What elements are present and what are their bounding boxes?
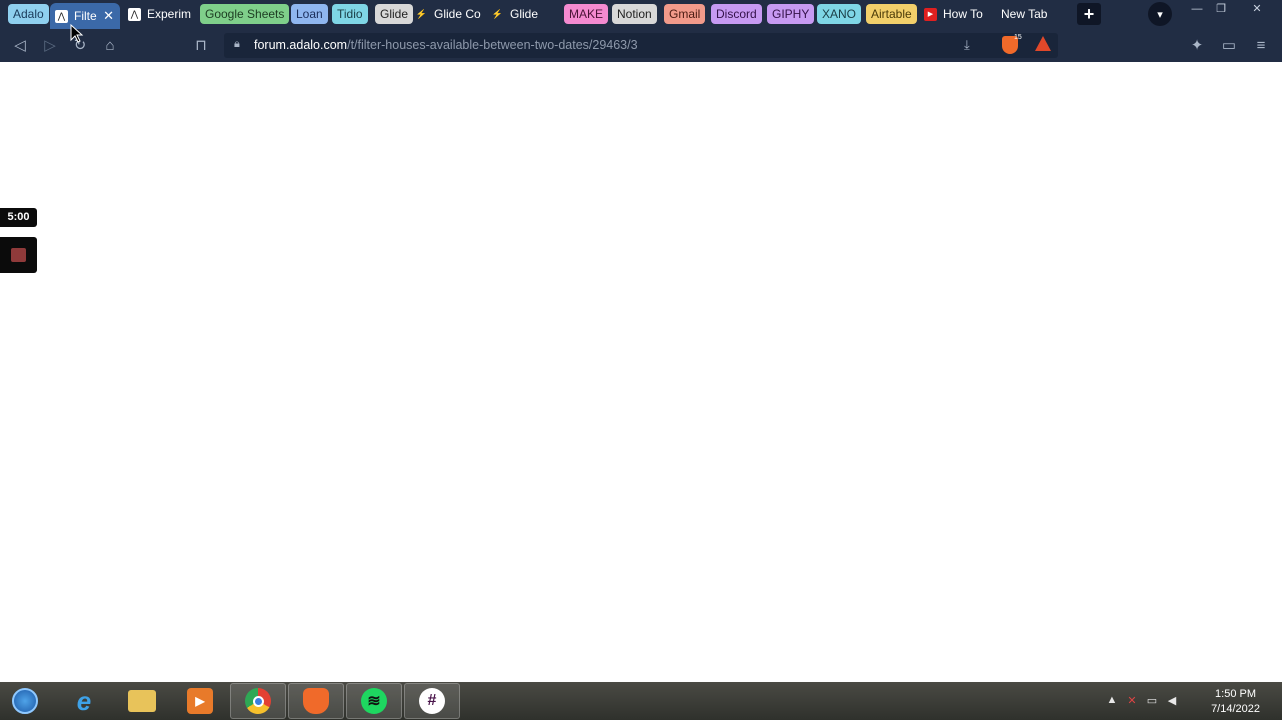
tab-group-tidio[interactable]: Tidio (332, 4, 368, 24)
taskbar-file-explorer[interactable] (114, 683, 170, 719)
tab-group-glide[interactable]: Glide (375, 4, 414, 24)
tab-group-adalo[interactable]: Adalo (8, 4, 49, 24)
tab-experiment[interactable]: ⋀ Experim (126, 3, 192, 25)
taskbar-slack[interactable]: # (404, 683, 460, 719)
tab-new-tab[interactable]: New Tab (996, 3, 1064, 25)
brave-icon (303, 688, 329, 714)
mouse-cursor-icon (70, 24, 84, 43)
youtube-icon: ▶ (924, 7, 937, 21)
tab-label: Glide Co (434, 7, 481, 21)
browser-toolbar: ◁ ▷ ↻ ⌂ ⊓ 🔒︎ forum.adalo.com/t/filter-ho… (0, 29, 1282, 62)
glide-icon: ⚡ (491, 8, 504, 19)
lock-icon: 🔒︎ (234, 38, 240, 50)
tab-group-label: Airtable (871, 7, 912, 21)
brave-shields-count: 15 (1014, 34, 1022, 41)
install-app-icon[interactable]: ⤓ (964, 37, 970, 53)
tab-label: Experim (147, 7, 192, 21)
taskbar-spotify[interactable]: ≋ (346, 683, 402, 719)
tab-group-label: Adalo (13, 7, 44, 21)
clock-time: 1:50 PM (1215, 688, 1257, 700)
tab-group-label: MAKE (569, 7, 604, 21)
extensions-icon[interactable]: ✦ (1187, 36, 1207, 56)
taskbar-brave[interactable] (288, 683, 344, 719)
glide-icon: ⚡ (415, 8, 428, 19)
tab-group-label: Notion (617, 7, 652, 21)
taskbar-media-player[interactable]: ▶ (172, 683, 228, 719)
tab-filter-houses[interactable]: ⋀ Filte ✕ (50, 3, 120, 29)
home-icon[interactable]: ⌂ (100, 36, 120, 56)
chrome-icon (245, 688, 271, 714)
slack-icon: # (419, 688, 445, 714)
tab-group-xano[interactable]: XANO (817, 4, 862, 24)
windows-taskbar: e ▶ ≋ # ▲ ✕ ▭ ◀ 1:50 PM 7/14/2022 (0, 682, 1282, 720)
url-path: /t/filter-houses-available-between-two-d… (347, 38, 638, 52)
tab-group-label: GIPHY (772, 7, 810, 21)
tab-label: Glide (510, 7, 539, 21)
adalo-icon: ⋀ (128, 7, 141, 21)
taskbar-internet-explorer[interactable]: e (56, 683, 112, 719)
brave-rewards-icon[interactable] (1035, 36, 1051, 51)
url-text: forum.adalo.com/t/filter-houses-availabl… (254, 38, 638, 52)
tab-group-discord[interactable]: Discord (711, 4, 762, 24)
page-content (0, 62, 1282, 682)
tab-label: How To (943, 7, 983, 21)
system-tray: ▲ ✕ ▭ ◀ 1:50 PM 7/14/2022 (1102, 682, 1282, 720)
menu-icon[interactable]: ≡ (1251, 36, 1271, 56)
tab-group-giphy[interactable]: GIPHY (767, 4, 815, 24)
plus-icon: + (1083, 3, 1095, 24)
spotify-icon: ≋ (361, 688, 387, 714)
folder-icon (128, 690, 156, 712)
clock-date: 7/14/2022 (1211, 703, 1260, 715)
maximize-button[interactable]: ❐ (1210, 2, 1232, 16)
wallet-icon[interactable]: ▭ (1219, 36, 1239, 56)
stop-icon (11, 248, 26, 262)
adalo-icon: ⋀ (55, 9, 68, 23)
tab-label: New Tab (1001, 7, 1048, 21)
tab-group-notion[interactable]: Notion (612, 4, 657, 24)
tab-group-airtable[interactable]: Airtable (866, 4, 917, 24)
tab-group-loan[interactable]: Loan (291, 4, 328, 24)
address-bar[interactable]: 🔒︎ forum.adalo.com/t/filter-houses-avail… (224, 33, 1058, 58)
tab-glide-co[interactable]: ⚡ Glide Co (415, 3, 481, 25)
windows-logo-icon (12, 688, 38, 714)
tab-group-label: Loan (296, 7, 323, 21)
chevron-down-icon: ▾ (1157, 8, 1163, 21)
bookmark-icon[interactable]: ⊓ (191, 36, 211, 56)
stop-recording-button[interactable] (0, 237, 37, 273)
minimize-button[interactable]: — (1186, 2, 1208, 16)
network-icon[interactable]: ✕ (1124, 694, 1140, 708)
start-button[interactable] (0, 683, 50, 719)
recording-timer: 5:00 (0, 208, 37, 227)
back-icon[interactable]: ◁ (10, 36, 30, 56)
new-tab-button[interactable]: + (1077, 3, 1101, 25)
tab-label: Filte (74, 9, 97, 23)
close-window-button[interactable]: ✕ (1246, 2, 1268, 16)
tab-group-label: Glide (380, 7, 409, 21)
tab-group-label: XANO (822, 7, 857, 21)
tab-strip: Adalo ⋀ Filte ✕ ⋀ Experim Google Sheets … (0, 0, 1282, 29)
internet-explorer-icon: e (76, 685, 92, 716)
taskbar-chrome[interactable] (230, 683, 286, 719)
system-clock[interactable]: 1:50 PM 7/14/2022 (1211, 687, 1260, 717)
tray-expand-icon[interactable]: ▲ (1104, 694, 1120, 708)
tab-search-button[interactable]: ▾ (1148, 2, 1172, 26)
tab-group-make[interactable]: MAKE (564, 4, 609, 24)
url-host: forum.adalo.com (254, 38, 348, 52)
tab-group-label: Discord (716, 7, 757, 21)
tab-group-google-sheets[interactable]: Google Sheets (200, 4, 290, 24)
action-center-icon[interactable]: ▭ (1144, 694, 1160, 708)
forward-icon[interactable]: ▷ (40, 36, 60, 56)
tab-how-to[interactable]: ▶ How To (924, 3, 990, 25)
tab-group-gmail[interactable]: Gmail (664, 4, 706, 24)
tab-group-label: Google Sheets (205, 7, 285, 21)
media-player-icon: ▶ (187, 688, 213, 714)
tab-group-label: Tidio (337, 7, 363, 21)
close-tab-icon[interactable]: ✕ (103, 8, 114, 24)
tab-glide[interactable]: ⚡ Glide (491, 3, 557, 25)
tab-group-label: Gmail (669, 7, 701, 21)
volume-icon[interactable]: ◀ (1164, 694, 1180, 708)
